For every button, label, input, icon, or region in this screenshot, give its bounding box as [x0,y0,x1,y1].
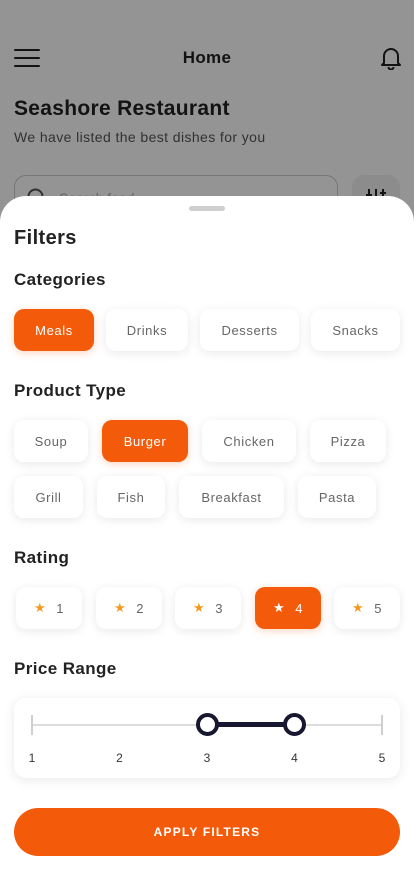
price-slider-label: 4 [291,751,298,765]
price-slider-range-fill [207,722,295,727]
price-slider-label: 3 [203,751,211,765]
rating-chip-label: 1 [56,600,65,616]
filters-title: Filters [14,227,77,249]
product-chip-burger[interactable]: Burger [102,420,188,462]
price-slider-label: 5 [378,751,386,765]
price-slider-min-thumb[interactable] [195,713,219,736]
rating-title: Rating [14,548,70,567]
sheet-drag-handle[interactable] [189,206,225,211]
category-chip-meals[interactable]: Meals [14,309,94,351]
rating-chip-label: 5 [374,600,383,616]
price-slider-label: 1 [28,751,36,765]
category-chip-snacks[interactable]: Snacks [311,309,400,351]
product-chip-pizza[interactable]: Pizza [310,420,386,462]
product-chip-soup[interactable]: Soup [14,420,88,462]
star-icon: ★ [113,600,127,615]
rating-chip-4[interactable]: ★ 4 [255,587,321,629]
price-slider-label: 2 [116,751,123,765]
star-icon: ★ [272,600,286,615]
price-slider-tick [31,715,33,735]
rating-chip-1[interactable]: ★ 1 [16,587,82,629]
price-slider-max-thumb[interactable] [283,713,306,736]
rating-chip-label: 2 [136,600,145,616]
rating-chip-2[interactable]: ★ 2 [96,587,162,629]
star-icon: ★ [351,600,365,615]
screen: Home Seashore Restaurant We have listed … [0,0,414,896]
apply-filters-button[interactable]: APPLY FILTERS [14,808,400,856]
rating-chip-3[interactable]: ★ 3 [175,587,241,629]
category-chip-desserts[interactable]: Desserts [200,309,299,351]
product-chip-breakfast[interactable]: Breakfast [179,476,284,518]
categories-title: Categories [14,270,106,289]
product-chip-chicken[interactable]: Chicken [202,420,296,462]
filters-sheet: Filters Categories Meals Drinks Desserts… [0,196,414,896]
rating-chip-5[interactable]: ★ 5 [334,587,400,629]
product-type-title: Product Type [14,381,127,400]
price-slider-tick [381,715,383,735]
product-chip-pasta[interactable]: Pasta [298,476,376,518]
rating-chip-label: 4 [295,600,304,616]
price-range-title: Price Range [14,659,117,678]
star-icon: ★ [33,600,47,615]
product-chip-grill[interactable]: Grill [14,476,83,518]
price-range-card: 1 2 3 4 5 [14,698,400,778]
star-icon: ★ [192,600,206,615]
category-chip-drinks[interactable]: Drinks [106,309,188,351]
product-chip-fish[interactable]: Fish [97,476,165,518]
rating-chip-label: 3 [215,600,224,616]
